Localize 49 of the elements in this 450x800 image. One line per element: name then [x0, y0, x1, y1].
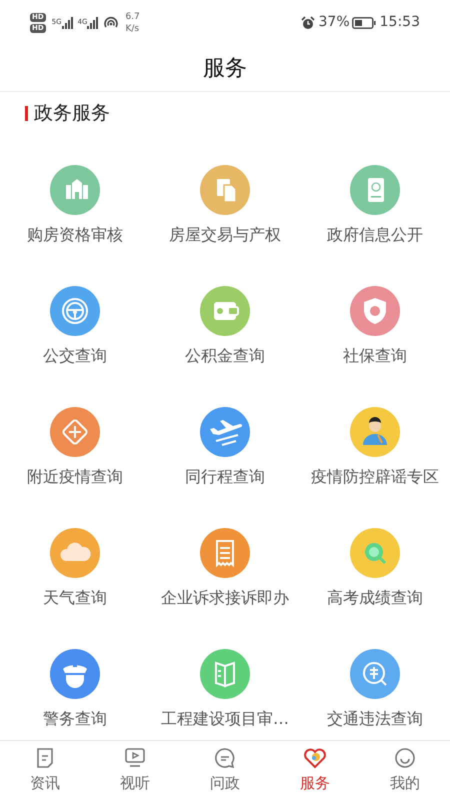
service-label[interactable]: 公积金查询	[185, 344, 265, 368]
shield-icon[interactable]	[350, 286, 400, 336]
service-label[interactable]: 天气查询	[43, 586, 107, 610]
section-marker	[25, 106, 28, 121]
alarm-icon	[300, 16, 315, 30]
tab[interactable]: 我的	[360, 741, 450, 800]
service-label[interactable]: 同行程查询	[185, 465, 265, 489]
service-label[interactable]: 公交查询	[43, 344, 107, 368]
book-icon[interactable]	[200, 649, 250, 699]
signal-icon	[62, 16, 74, 28]
service-label[interactable]: 政府信息公开	[327, 223, 423, 247]
magnifier-icon[interactable]	[350, 528, 400, 578]
documents-icon[interactable]	[200, 165, 250, 215]
person-icon[interactable]	[350, 407, 400, 457]
passport-icon[interactable]	[350, 165, 400, 215]
page-title: 服务	[203, 54, 247, 82]
service-label[interactable]: 工程建设项目审…	[161, 707, 289, 731]
service-label[interactable]: 交通违法查询	[327, 707, 423, 731]
section-title: 政务服务	[34, 101, 110, 126]
service-label[interactable]: 疫情防控辟谣专区	[311, 465, 439, 489]
service-label[interactable]: 购房资格审核	[27, 223, 123, 247]
wallet-icon[interactable]	[200, 286, 250, 336]
hotspot-icon	[103, 16, 120, 30]
magnifier-icon[interactable]	[350, 649, 400, 699]
tab[interactable]: 问政	[180, 741, 270, 800]
tab[interactable]: 资讯	[0, 741, 90, 800]
cloud-icon[interactable]	[50, 528, 100, 578]
clock: 15:53	[380, 13, 420, 32]
network-speed: 6.7	[125, 10, 140, 22]
service-label[interactable]: 附近疫情查询	[27, 465, 123, 489]
battery-percent: 37%	[318, 13, 350, 32]
service-label[interactable]: 高考成绩查询	[327, 586, 423, 610]
service-label[interactable]: 房屋交易与产权	[169, 223, 281, 247]
service-label[interactable]: 社保查询	[343, 344, 407, 368]
airplane-icon[interactable]	[200, 407, 250, 457]
chat-bubble-icon	[213, 746, 237, 770]
battery-icon	[352, 16, 376, 28]
steering-wheel-icon[interactable]	[50, 286, 100, 336]
tab[interactable]: 视听	[90, 741, 180, 800]
tab[interactable]: 服务	[270, 741, 360, 800]
receipt-icon[interactable]	[200, 528, 250, 578]
medical-cross-icon[interactable]	[50, 407, 100, 457]
service-label[interactable]: 警务查询	[43, 707, 107, 731]
service-label[interactable]: 企业诉求接诉即办	[161, 586, 289, 610]
smiley-icon	[393, 746, 417, 770]
heart-icon	[303, 746, 327, 770]
building-icon[interactable]	[50, 165, 100, 215]
signal-icon	[87, 16, 100, 28]
network-speed-unit: K/s	[125, 22, 140, 34]
